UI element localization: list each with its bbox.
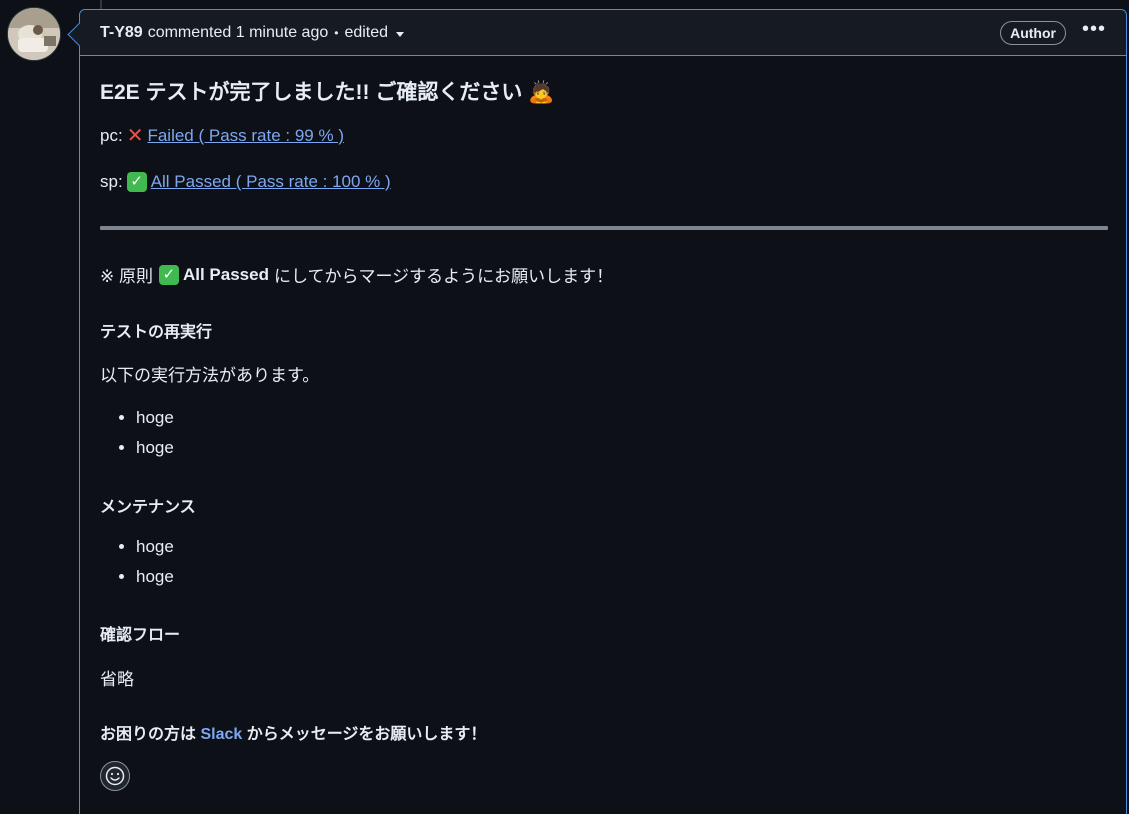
note-prefix: ※ 原則: [100, 267, 153, 286]
separator: •: [334, 25, 339, 40]
note-bold: All Passed: [182, 264, 269, 284]
comment-page: T-Y89 commented 1 minute ago • edited Au…: [0, 0, 1129, 814]
sp-result-row: sp: ✓ All Passed ( Pass rate : 100 % ): [100, 172, 391, 192]
sp-result-link[interactable]: All Passed ( Pass rate : 100 % ): [151, 172, 391, 192]
check-mark-icon: ✓: [158, 264, 179, 285]
sp-label: sp:: [100, 172, 123, 191]
footer-suffix: からメッセージをお願いします！: [246, 726, 487, 743]
footer-prefix: お困りの方は: [100, 726, 197, 743]
check-mark-icon: ✓: [126, 172, 147, 192]
comment-timestamp[interactable]: commented 1 minute ago: [148, 24, 329, 42]
author-link[interactable]: T-Y89: [100, 24, 143, 42]
cross-mark-icon: ✕: [126, 125, 144, 147]
pc-result-row: pc: ✕ Failed ( Pass rate : 99 % ): [100, 126, 344, 146]
avatar[interactable]: [8, 8, 60, 60]
footer-line: お困りの方は Slack からメッセージをお願いします！: [100, 720, 486, 744]
edited-dropdown[interactable]: edited: [344, 23, 405, 42]
edited-label: edited: [344, 23, 389, 41]
section2-heading: メンテナンス: [100, 499, 196, 516]
add-reaction-button[interactable]: [100, 761, 130, 791]
section1-text: 以下の実行方法があります。: [100, 366, 320, 385]
smiley-icon: [105, 766, 125, 786]
kebab-menu-icon[interactable]: •••: [1082, 19, 1106, 39]
pc-label: pc:: [100, 126, 123, 145]
author-badge: Author: [1000, 20, 1066, 45]
chevron-down-icon: [396, 31, 405, 37]
horizontal-rule: [100, 226, 1108, 230]
list-item: hoge: [136, 403, 174, 433]
list-item: hoge: [136, 433, 174, 463]
section3-text: 省略: [100, 670, 134, 689]
note-suffix: にしてからマージするようにお願いします！: [273, 267, 614, 286]
section2-list: hoge hoge: [116, 532, 174, 592]
section1-heading: テストの再実行: [100, 324, 213, 341]
note-line: ※ 原則 ✓ All Passed にしてからマージするようにお願いします！: [100, 262, 613, 287]
comment-box: T-Y89 commented 1 minute ago • edited Au…: [67, 9, 1127, 814]
slack-link[interactable]: Slack: [200, 726, 242, 743]
list-item: hoge: [136, 532, 174, 562]
section1-list: hoge hoge: [116, 403, 174, 463]
comment-header: T-Y89 commented 1 minute ago • edited Au…: [80, 10, 1126, 56]
list-item: hoge: [136, 562, 174, 592]
comment-title: E2E テストが完了しました!! ご確認ください 🙇: [100, 81, 555, 104]
section3-heading: 確認フロー: [100, 627, 181, 644]
pc-result-link[interactable]: Failed ( Pass rate : 99 % ): [147, 126, 344, 146]
avatar-image: [8, 8, 60, 60]
